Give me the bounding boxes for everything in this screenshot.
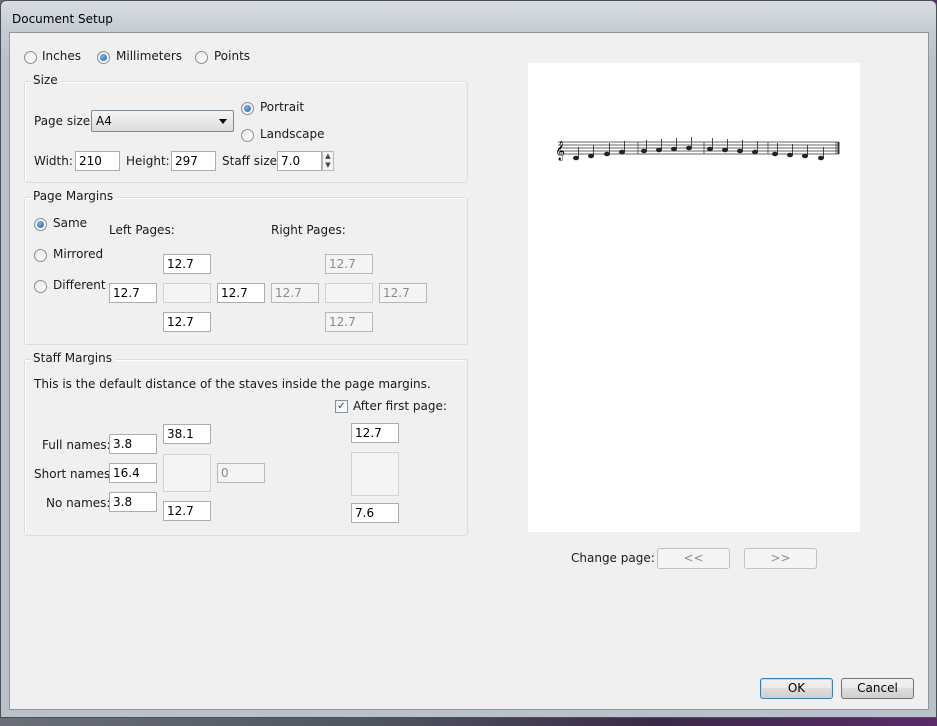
staff-right-margin-input: 0 — [217, 463, 265, 483]
ok-button[interactable]: OK — [760, 678, 833, 699]
after-first-page-label[interactable]: After first page: — [353, 399, 447, 413]
after-first-page-checkbox[interactable]: ✓ — [335, 400, 348, 413]
after-first-page-preview-box — [351, 452, 399, 496]
right-page-margin-preview-box — [325, 283, 373, 303]
short-names-input[interactable]: 16.4 — [109, 463, 157, 483]
right-page-right-margin-input: 12.7 — [379, 283, 427, 303]
right-page-left-margin-input: 12.7 — [271, 283, 319, 303]
short-names-label: Short names: — [34, 467, 115, 481]
radio-portrait[interactable] — [241, 102, 254, 115]
page-margins-title: Page Margins — [31, 189, 117, 203]
next-page-button[interactable]: >> — [744, 548, 817, 569]
window-title: Document Setup — [12, 12, 113, 26]
radio-landscape[interactable] — [241, 129, 254, 142]
staff-margins-title: Staff Margins — [31, 351, 115, 365]
units-points-label[interactable]: Points — [214, 49, 250, 63]
right-page-bottom-margin-input: 12.7 — [325, 312, 373, 332]
staff-bottom-margin-input[interactable]: 12.7 — [163, 501, 211, 521]
no-names-input[interactable]: 3.8 — [109, 492, 157, 512]
margins-different-label[interactable]: Different — [53, 278, 106, 292]
page-margins-group — [24, 197, 468, 345]
page-preview: 𝄞 — [528, 63, 860, 532]
chevron-down-icon — [219, 119, 227, 124]
document-setup-window: Document Setup Inches Millimeters Points… — [0, 0, 937, 718]
previous-page-button[interactable]: << — [657, 548, 730, 569]
radio-points[interactable] — [195, 51, 208, 64]
staff-size-label: Staff size: — [222, 154, 282, 168]
treble-clef-icon: 𝄞 — [555, 141, 565, 161]
units-inches-label[interactable]: Inches — [42, 49, 81, 63]
units-millimeters-label[interactable]: Millimeters — [116, 49, 182, 63]
staff-top-margin-input[interactable]: 38.1 — [163, 424, 211, 444]
after-first-page-top-input[interactable]: 12.7 — [351, 423, 399, 443]
page-preview-canvas: 𝄞 — [555, 137, 840, 161]
right-page-top-margin-input: 12.7 — [325, 254, 373, 274]
staff-margin-preview-box — [163, 454, 211, 492]
staff-preview — [558, 141, 840, 155]
height-label: Height: — [126, 154, 170, 168]
spin-up-icon[interactable]: ▲ — [323, 152, 333, 161]
portrait-label[interactable]: Portrait — [260, 100, 304, 114]
left-page-right-margin-input[interactable]: 12.7 — [217, 283, 265, 303]
left-page-margin-preview-box — [163, 283, 211, 303]
staff-size-spinner[interactable]: ▲ ▼ — [322, 151, 334, 171]
full-names-label: Full names: — [42, 438, 111, 452]
dialog-client-area: Inches Millimeters Points Size Page size… — [9, 32, 929, 710]
margins-mirrored-label[interactable]: Mirrored — [53, 247, 103, 261]
radio-millimeters[interactable] — [97, 51, 110, 64]
right-pages-label: Right Pages: — [271, 223, 346, 237]
radio-margins-mirrored[interactable] — [34, 249, 47, 262]
left-page-top-margin-input[interactable]: 12.7 — [163, 254, 211, 274]
left-page-left-margin-input[interactable]: 12.7 — [109, 283, 157, 303]
left-pages-label: Left Pages: — [109, 223, 175, 237]
width-input[interactable]: 210 — [75, 151, 120, 171]
landscape-label[interactable]: Landscape — [260, 127, 324, 141]
margins-same-label[interactable]: Same — [53, 216, 87, 230]
radio-margins-same[interactable] — [34, 218, 47, 231]
page-size-label: Page size: — [34, 114, 95, 128]
cancel-button[interactable]: Cancel — [841, 678, 914, 699]
change-page-label: Change page: — [571, 551, 655, 565]
no-names-label: No names: — [46, 496, 111, 510]
preview-notes — [573, 137, 824, 161]
size-group-title: Size — [31, 73, 61, 87]
page-size-value: A4 — [96, 114, 112, 128]
staff-margins-description: This is the default distance of the stav… — [34, 377, 431, 391]
radio-inches[interactable] — [24, 51, 37, 64]
page-size-dropdown[interactable]: A4 — [91, 110, 234, 132]
width-label: Width: — [34, 154, 73, 168]
after-first-page-bottom-input[interactable]: 7.6 — [351, 503, 399, 523]
left-page-bottom-margin-input[interactable]: 12.7 — [163, 312, 211, 332]
staff-size-input[interactable]: 7.0 — [277, 151, 322, 171]
height-input[interactable]: 297 — [171, 151, 216, 171]
spin-down-icon[interactable]: ▼ — [323, 161, 333, 170]
full-names-input[interactable]: 3.8 — [109, 434, 157, 454]
radio-margins-different[interactable] — [34, 280, 47, 293]
